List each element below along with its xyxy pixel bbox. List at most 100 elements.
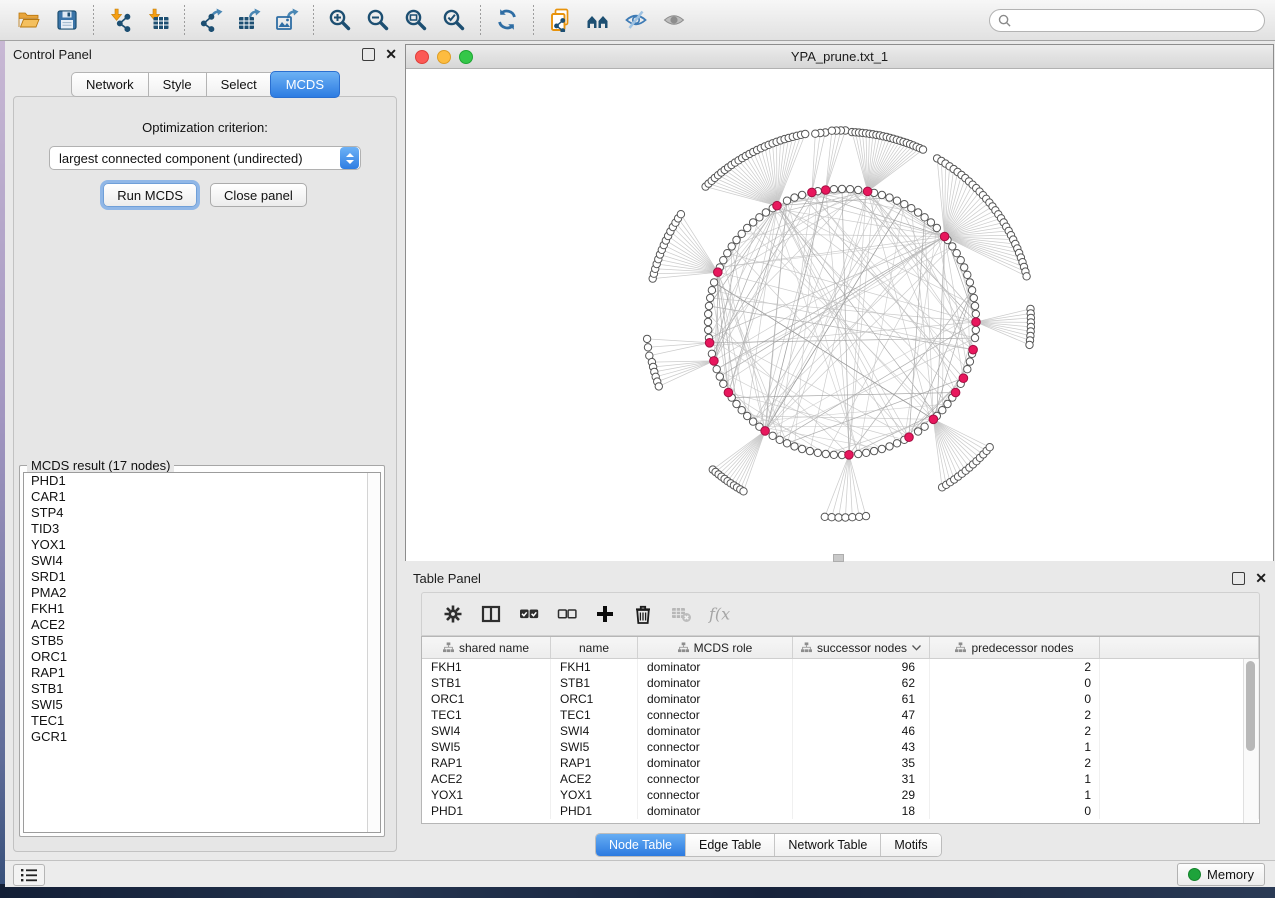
cell-shared-name[interactable]: PHD1: [422, 803, 551, 819]
cell-successor-nodes[interactable]: 35: [793, 755, 930, 771]
cell-predecessor-nodes[interactable]: 1: [930, 771, 1100, 787]
table-tab-node-table[interactable]: Node Table: [596, 834, 686, 856]
toggle-graphics-details-button[interactable]: [617, 3, 655, 37]
cell-shared-name[interactable]: ACE2: [422, 771, 551, 787]
mcds-result-item[interactable]: TEC1: [24, 713, 380, 729]
mcds-result-item[interactable]: SRD1: [24, 569, 380, 585]
table-row[interactable]: SWI4 SWI4 dominator 46 2: [422, 723, 1259, 739]
cell-successor-nodes[interactable]: 46: [793, 723, 930, 739]
export-network-button[interactable]: [192, 3, 230, 37]
cell-predecessor-nodes[interactable]: 1: [930, 739, 1100, 755]
mcds-result-item[interactable]: GCR1: [24, 729, 380, 745]
deselect-all-rows-button[interactable]: [550, 598, 584, 630]
table-tab-motifs[interactable]: Motifs: [881, 834, 940, 856]
splitter-grip[interactable]: [833, 554, 844, 562]
memory-button[interactable]: Memory: [1177, 863, 1265, 886]
cell-mcds-role[interactable]: dominator: [638, 691, 793, 707]
cell-name[interactable]: SWI5: [551, 739, 638, 755]
cell-name[interactable]: ACE2: [551, 771, 638, 787]
mcds-result-item[interactable]: RAP1: [24, 665, 380, 681]
close-panel-icon[interactable]: ✕: [385, 49, 397, 60]
cell-name[interactable]: ORC1: [551, 691, 638, 707]
export-table-button[interactable]: [230, 3, 268, 37]
cell-successor-nodes[interactable]: 18: [793, 803, 930, 819]
cell-predecessor-nodes[interactable]: 2: [930, 723, 1100, 739]
import-network-button[interactable]: [101, 3, 139, 37]
cell-name[interactable]: TEC1: [551, 707, 638, 723]
cell-mcds-role[interactable]: dominator: [638, 803, 793, 819]
mcds-result-item[interactable]: SWI5: [24, 697, 380, 713]
mcds-result-item[interactable]: PMA2: [24, 585, 380, 601]
column-header-successor-nodes[interactable]: successor nodes: [793, 637, 930, 658]
search-box[interactable]: [989, 9, 1265, 32]
cell-successor-nodes[interactable]: 29: [793, 787, 930, 803]
mcds-result-item[interactable]: ACE2: [24, 617, 380, 633]
zoom-in-button[interactable]: [321, 3, 359, 37]
cell-successor-nodes[interactable]: 47: [793, 707, 930, 723]
cell-mcds-role[interactable]: dominator: [638, 723, 793, 739]
cell-mcds-role[interactable]: dominator: [638, 659, 793, 675]
cell-shared-name[interactable]: YOX1: [422, 787, 551, 803]
cell-predecessor-nodes[interactable]: 2: [930, 707, 1100, 723]
open-file-button[interactable]: [10, 3, 48, 37]
close-table-panel-icon[interactable]: ✕: [1255, 573, 1267, 584]
table-tab-network-table[interactable]: Network Table: [775, 834, 881, 856]
mcds-result-item[interactable]: STP4: [24, 505, 380, 521]
cell-shared-name[interactable]: SWI4: [422, 723, 551, 739]
cell-successor-nodes[interactable]: 43: [793, 739, 930, 755]
table-scrollbar-thumb[interactable]: [1246, 661, 1255, 751]
cell-mcds-role[interactable]: connector: [638, 739, 793, 755]
import-table-button[interactable]: [139, 3, 177, 37]
apply-layout-button[interactable]: [488, 3, 526, 37]
cell-shared-name[interactable]: TEC1: [422, 707, 551, 723]
select-all-rows-button[interactable]: [512, 598, 546, 630]
mcds-result-item[interactable]: FKH1: [24, 601, 380, 617]
tab-style[interactable]: Style: [148, 72, 206, 97]
network-overview-button[interactable]: [579, 3, 617, 37]
network-window-titlebar[interactable]: YPA_prune.txt_1: [406, 45, 1273, 69]
float-panel-icon[interactable]: [362, 48, 375, 61]
cell-mcds-role[interactable]: dominator: [638, 755, 793, 771]
table-row[interactable]: ORC1 ORC1 dominator 61 0: [422, 691, 1259, 707]
cell-mcds-role[interactable]: connector: [638, 787, 793, 803]
optimization-criterion-select[interactable]: largest connected component (undirected): [49, 146, 361, 170]
cell-predecessor-nodes[interactable]: 0: [930, 675, 1100, 691]
cell-name[interactable]: YOX1: [551, 787, 638, 803]
table-row[interactable]: TEC1 TEC1 connector 47 2: [422, 707, 1259, 723]
graphics-details-disabled-button[interactable]: [655, 3, 693, 37]
tab-select[interactable]: Select: [206, 72, 271, 97]
mcds-result-item[interactable]: SWI4: [24, 553, 380, 569]
delete-column-button[interactable]: [626, 598, 660, 630]
cell-predecessor-nodes[interactable]: 0: [930, 803, 1100, 819]
zoom-selected-button[interactable]: [435, 3, 473, 37]
table-row[interactable]: PHD1 PHD1 dominator 18 0: [422, 803, 1259, 819]
cell-shared-name[interactable]: SWI5: [422, 739, 551, 755]
column-settings-gear-button[interactable]: [436, 598, 470, 630]
show-columns-button[interactable]: [474, 598, 508, 630]
cell-predecessor-nodes[interactable]: 2: [930, 659, 1100, 675]
table-row[interactable]: STB1 STB1 dominator 62 0: [422, 675, 1259, 691]
mcds-result-item[interactable]: CAR1: [24, 489, 380, 505]
cell-successor-nodes[interactable]: 61: [793, 691, 930, 707]
cell-successor-nodes[interactable]: 31: [793, 771, 930, 787]
mcds-result-item[interactable]: STB1: [24, 681, 380, 697]
cell-successor-nodes[interactable]: 62: [793, 675, 930, 691]
cell-mcds-role[interactable]: connector: [638, 707, 793, 723]
mcds-result-item[interactable]: PHD1: [24, 473, 380, 489]
search-input[interactable]: [1017, 12, 1256, 28]
cell-predecessor-nodes[interactable]: 0: [930, 691, 1100, 707]
list-scrollbar-track[interactable]: [367, 473, 380, 832]
cell-mcds-role[interactable]: dominator: [638, 675, 793, 691]
tab-network[interactable]: Network: [71, 72, 148, 97]
export-image-button[interactable]: [268, 3, 306, 37]
table-tab-edge-table[interactable]: Edge Table: [686, 834, 775, 856]
cell-shared-name[interactable]: FKH1: [422, 659, 551, 675]
table-row[interactable]: RAP1 RAP1 dominator 35 2: [422, 755, 1259, 771]
add-column-button[interactable]: [588, 598, 622, 630]
cell-name[interactable]: RAP1: [551, 755, 638, 771]
cell-predecessor-nodes[interactable]: 2: [930, 755, 1100, 771]
cell-predecessor-nodes[interactable]: 1: [930, 787, 1100, 803]
float-table-panel-icon[interactable]: [1232, 572, 1245, 585]
mcds-result-item[interactable]: ORC1: [24, 649, 380, 665]
column-header-name[interactable]: name: [551, 637, 638, 658]
